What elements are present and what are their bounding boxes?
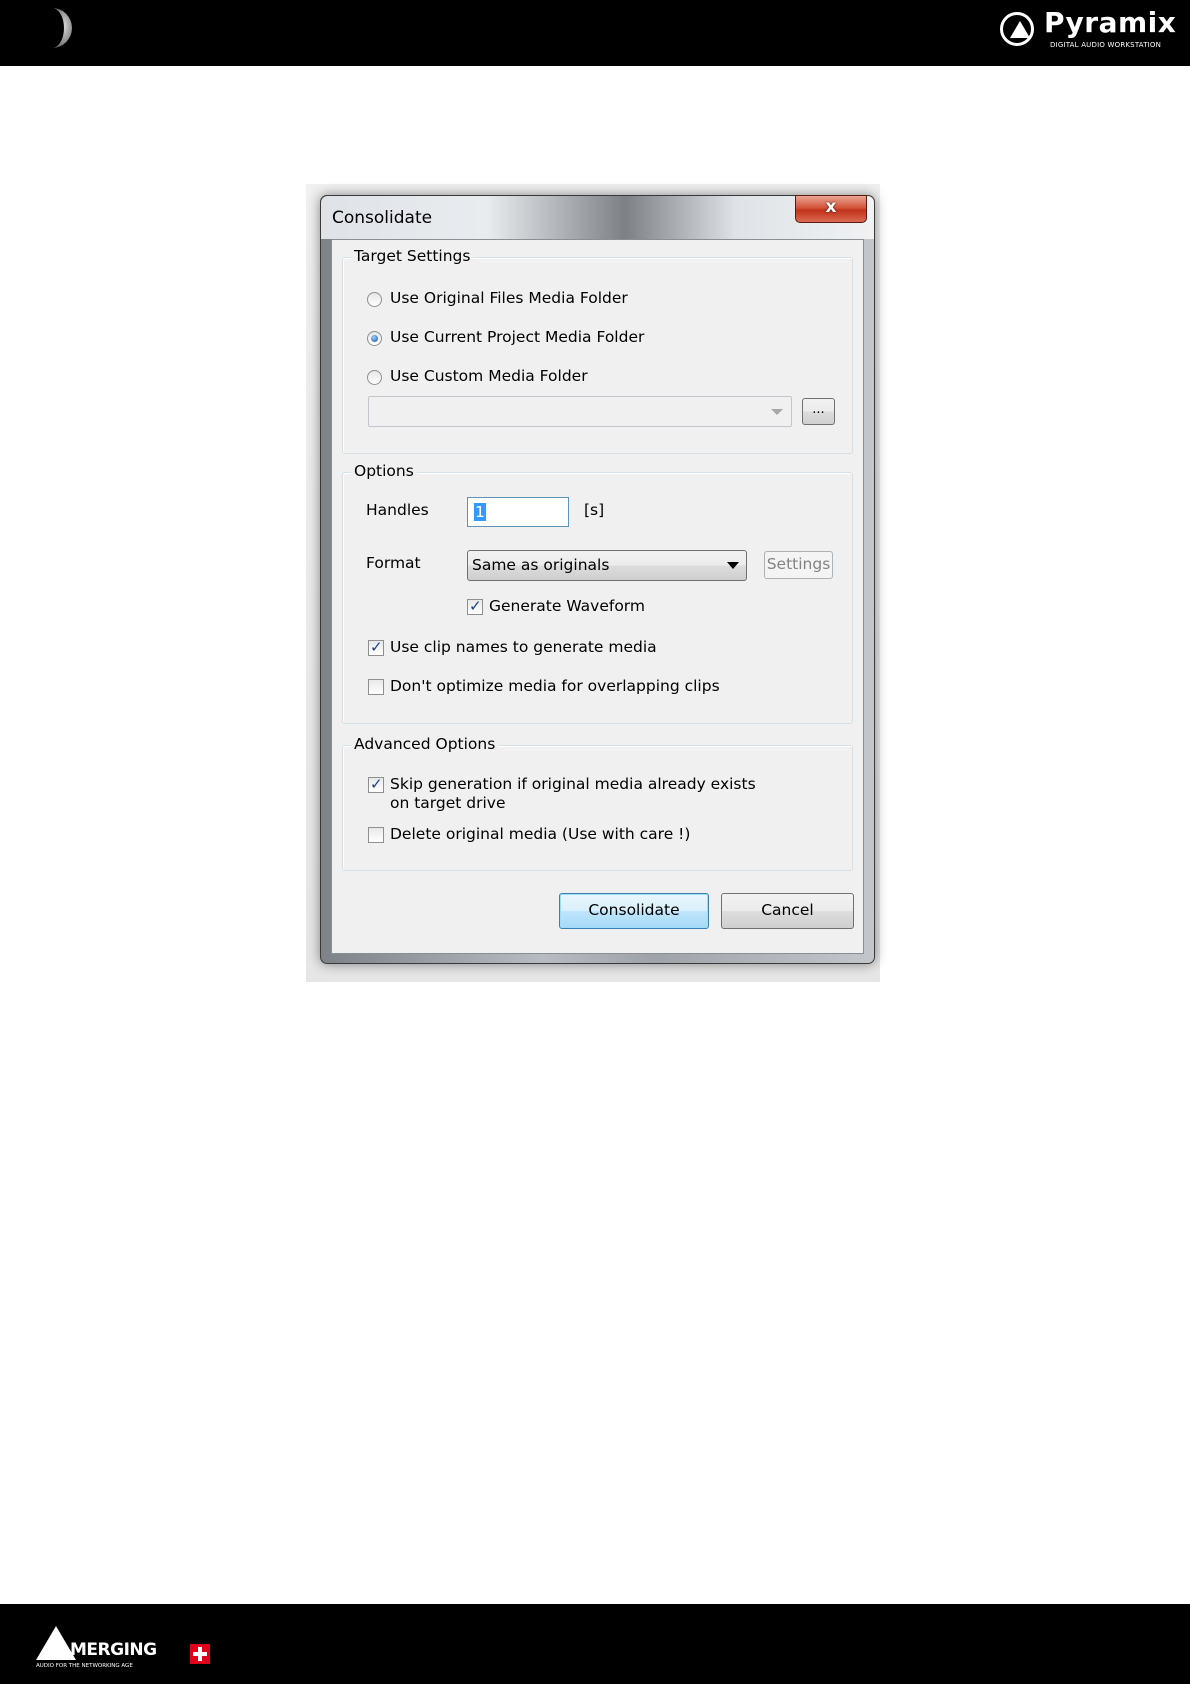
swiss-cross-icon <box>190 1644 210 1664</box>
dialog-titlebar[interactable]: Consolidate x <box>321 195 874 239</box>
radio-original-files-folder-label[interactable]: Use Original Files Media Folder <box>390 289 628 307</box>
use-clip-names-label[interactable]: Use clip names to generate media <box>390 638 657 656</box>
checkmark-icon: ✓ <box>469 597 482 615</box>
browse-button[interactable]: ... <box>802 398 835 425</box>
advanced-options-group: Advanced Options ✓ Skip generation if or… <box>342 735 853 871</box>
radio-custom-media-folder-label[interactable]: Use Custom Media Folder <box>390 367 588 385</box>
custom-folder-combo[interactable] <box>368 396 792 427</box>
consolidate-dialog: Consolidate x Target Settings Use Origin… <box>320 195 875 964</box>
dont-optimize-label[interactable]: Don't optimize media for overlapping cli… <box>390 677 720 695</box>
pyramix-logo: Pyramix DIGITAL AUDIO WORKSTATION <box>1000 6 1176 54</box>
radio-original-files-folder[interactable] <box>367 292 382 307</box>
radio-custom-media-folder[interactable] <box>367 370 382 385</box>
pyramix-logo-icon <box>1000 12 1034 46</box>
target-settings-group: Target Settings Use Original Files Media… <box>342 247 853 454</box>
moon-icon <box>52 8 72 48</box>
delete-original-label[interactable]: Delete original media (Use with care !) <box>390 825 690 843</box>
checkmark-icon: ✓ <box>370 638 383 656</box>
skip-generation-label-line1[interactable]: Skip generation if original media alread… <box>390 775 756 793</box>
delete-original-checkbox[interactable] <box>368 827 384 843</box>
chevron-down-icon <box>727 562 739 569</box>
checkmark-icon: ✓ <box>370 775 383 793</box>
options-group: Options Handles 1 [s] Format Same as ori… <box>342 462 853 724</box>
format-select-value: Same as originals <box>472 556 610 574</box>
skip-generation-label-line2[interactable]: on target drive <box>390 794 506 812</box>
handles-label: Handles <box>366 501 429 519</box>
chevron-down-icon <box>771 409 783 415</box>
close-button[interactable]: x <box>795 195 867 223</box>
generate-waveform-checkbox[interactable]: ✓ <box>467 597 483 615</box>
merging-brand-name: MERGING <box>70 1640 157 1660</box>
dialog-title: Consolidate <box>332 208 433 228</box>
advanced-options-legend: Advanced Options <box>351 735 499 753</box>
options-legend: Options <box>351 462 417 480</box>
generate-waveform-label[interactable]: Generate Waveform <box>489 597 645 615</box>
pyramix-brand-name: Pyramix <box>1044 6 1177 39</box>
radio-current-project-folder-label[interactable]: Use Current Project Media Folder <box>390 328 644 346</box>
handles-unit: [s] <box>584 501 605 519</box>
consolidate-button[interactable]: Consolidate <box>559 893 709 929</box>
format-select[interactable]: Same as originals <box>467 550 747 581</box>
skip-generation-checkbox[interactable]: ✓ <box>368 775 384 793</box>
target-settings-legend: Target Settings <box>351 247 474 265</box>
handles-input[interactable]: 1 <box>467 497 569 527</box>
radio-current-project-folder[interactable] <box>367 331 382 346</box>
dont-optimize-checkbox[interactable] <box>368 679 384 695</box>
use-clip-names-checkbox[interactable]: ✓ <box>368 638 384 656</box>
format-label: Format <box>366 554 421 572</box>
merging-brand-subtitle: AUDIO FOR THE NETWORKING AGE <box>36 1663 133 1669</box>
top-banner: Pyramix DIGITAL AUDIO WORKSTATION <box>0 0 1190 66</box>
pyramix-brand-subtitle: DIGITAL AUDIO WORKSTATION <box>1050 41 1162 49</box>
format-settings-button[interactable]: Settings <box>764 551 833 579</box>
cancel-button[interactable]: Cancel <box>721 893 854 929</box>
bottom-banner: MERGING AUDIO FOR THE NETWORKING AGE <box>0 1604 1190 1684</box>
close-icon: x <box>825 197 837 217</box>
dialog-client-area: Target Settings Use Original Files Media… <box>331 239 864 954</box>
handles-value: 1 <box>474 503 486 521</box>
